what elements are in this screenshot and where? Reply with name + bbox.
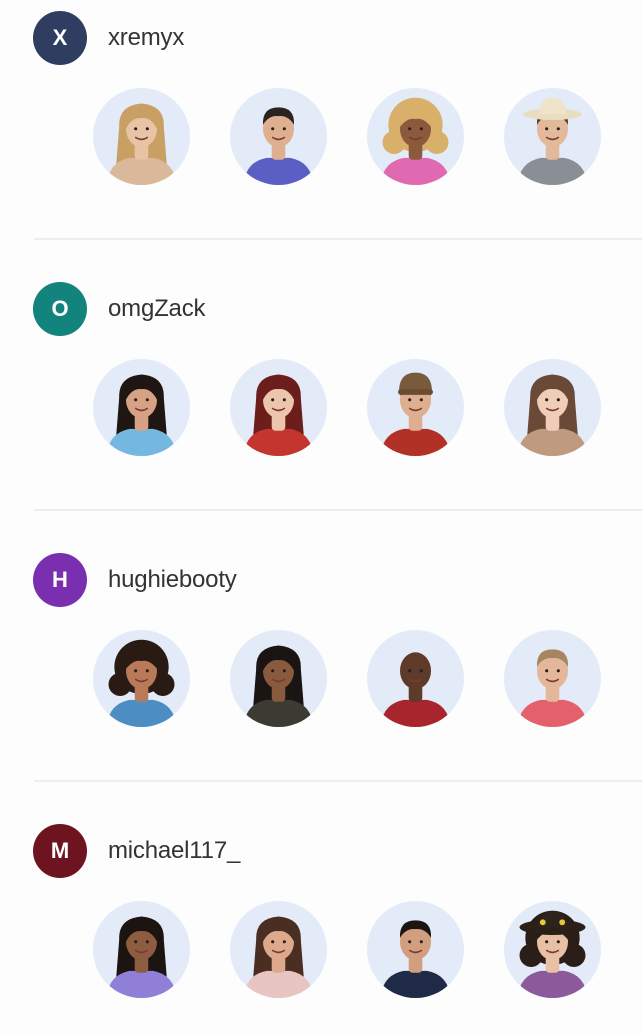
houseguest-picks (93, 88, 601, 185)
houseguest-photo[interactable] (367, 88, 464, 185)
portrait-illustration (380, 372, 451, 456)
user-avatar[interactable]: O (33, 282, 87, 336)
houseguest-picks (93, 901, 601, 998)
portrait-illustration (243, 374, 314, 456)
portrait-illustration (106, 916, 177, 998)
houseguest-photo[interactable] (93, 359, 190, 456)
portrait-illustration (243, 916, 314, 998)
team-header[interactable]: Mmichael117_ (33, 824, 240, 878)
houseguest-photo[interactable] (230, 630, 327, 727)
team-section: OomgZack (0, 271, 642, 542)
user-avatar[interactable]: X (33, 11, 87, 65)
houseguest-photo[interactable] (367, 630, 464, 727)
houseguest-photo[interactable] (93, 901, 190, 998)
houseguest-picks (93, 630, 601, 727)
houseguest-photo[interactable] (504, 88, 601, 185)
houseguest-photo[interactable] (504, 630, 601, 727)
username[interactable]: michael117_ (108, 837, 240, 865)
houseguest-photo[interactable] (504, 359, 601, 456)
portrait-illustration (243, 645, 314, 727)
portrait-illustration (517, 97, 588, 185)
section-divider (34, 509, 642, 511)
houseguest-photo[interactable] (230, 901, 327, 998)
portrait-illustration (106, 639, 177, 727)
portrait-illustration (106, 103, 177, 185)
user-avatar[interactable]: M (33, 824, 87, 878)
team-header[interactable]: Xxremyx (33, 11, 184, 65)
houseguest-photo[interactable] (504, 901, 601, 998)
section-divider (34, 780, 642, 782)
portrait-illustration (380, 97, 451, 185)
portrait-illustration (517, 649, 588, 727)
user-avatar[interactable]: H (33, 553, 87, 607)
houseguest-photo[interactable] (367, 901, 464, 998)
portrait-illustration (243, 107, 314, 185)
houseguest-photo[interactable] (230, 88, 327, 185)
team-header[interactable]: OomgZack (33, 282, 205, 336)
portrait-illustration (380, 920, 451, 998)
portrait-illustration (106, 374, 177, 456)
username[interactable]: hughiebooty (108, 566, 237, 594)
team-section: Xxremyx (0, 0, 642, 271)
team-section: Hhughiebooty (0, 542, 642, 813)
section-divider (34, 238, 642, 240)
houseguest-photo[interactable] (367, 359, 464, 456)
portrait-illustration (517, 374, 588, 456)
houseguest-photo[interactable] (93, 630, 190, 727)
portrait-illustration (517, 910, 588, 998)
houseguest-photo[interactable] (93, 88, 190, 185)
houseguest-photo[interactable] (230, 359, 327, 456)
username[interactable]: omgZack (108, 295, 205, 323)
username[interactable]: xremyx (108, 24, 184, 52)
portrait-illustration (380, 652, 451, 727)
houseguest-picks (93, 359, 601, 456)
team-header[interactable]: Hhughiebooty (33, 553, 237, 607)
team-section: Mmichael117_ (0, 813, 642, 1035)
